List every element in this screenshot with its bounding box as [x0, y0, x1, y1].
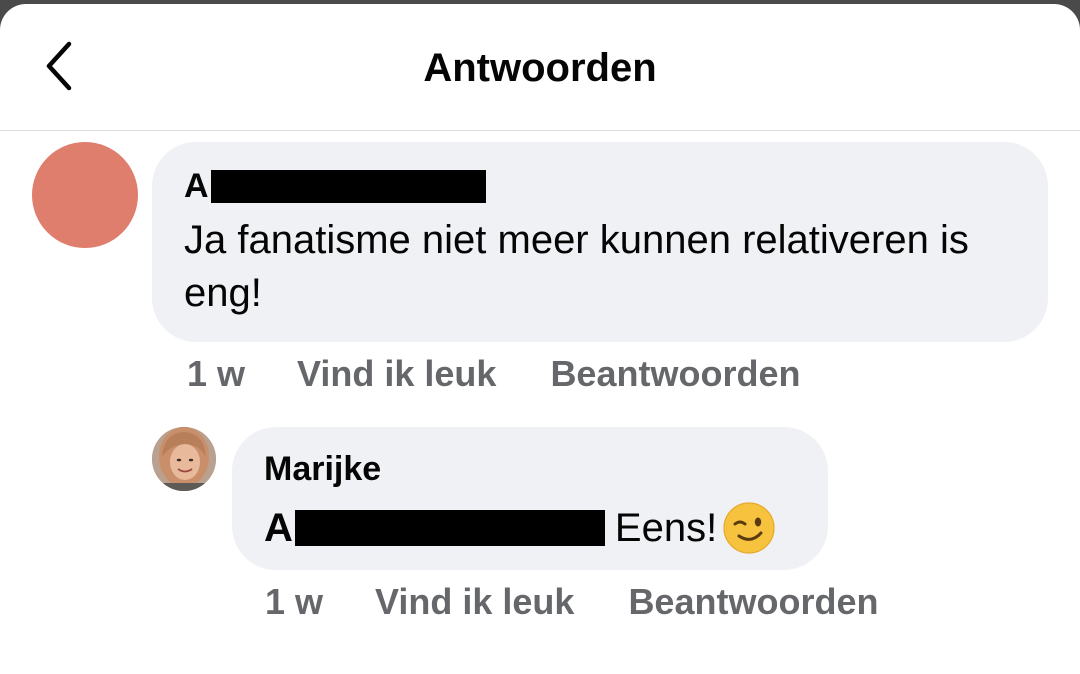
- comment-bubble: Marijke A Eens!: [232, 427, 828, 570]
- like-button[interactable]: Vind ik leuk: [297, 352, 496, 396]
- comment-author[interactable]: A: [184, 166, 486, 206]
- profile-photo: [152, 427, 216, 491]
- comment-text: Ja fanatisme niet meer kunnen relativere…: [184, 218, 969, 315]
- reply-button[interactable]: Beantwoorden: [628, 580, 878, 624]
- avatar[interactable]: [32, 142, 138, 248]
- comment-actions: 1 w Vind ik leuk Beantwoorden: [187, 352, 800, 396]
- comment-timestamp[interactable]: 1 w: [187, 352, 245, 396]
- reply-button[interactable]: Beantwoorden: [550, 352, 800, 396]
- avatar[interactable]: [152, 427, 216, 491]
- mention-initial[interactable]: A: [264, 502, 293, 555]
- redacted-name: [294, 510, 605, 546]
- comment-text: A Eens!: [264, 500, 777, 556]
- comment-text-body: Eens!: [614, 505, 718, 550]
- page-title: Antwoorden: [423, 46, 657, 90]
- author-initial: A: [184, 167, 209, 205]
- redacted-name: [210, 169, 486, 203]
- like-button[interactable]: Vind ik leuk: [375, 580, 574, 624]
- comment-timestamp[interactable]: 1 w: [265, 580, 323, 624]
- header: Antwoorden: [0, 4, 1080, 131]
- comment-actions: 1 w Vind ik leuk Beantwoorden: [265, 580, 878, 624]
- winking-face-icon: [723, 502, 775, 554]
- comment-author[interactable]: Marijke: [264, 449, 381, 489]
- comment-bubble: A Ja fanatisme niet meer kunnen relative…: [152, 142, 1048, 342]
